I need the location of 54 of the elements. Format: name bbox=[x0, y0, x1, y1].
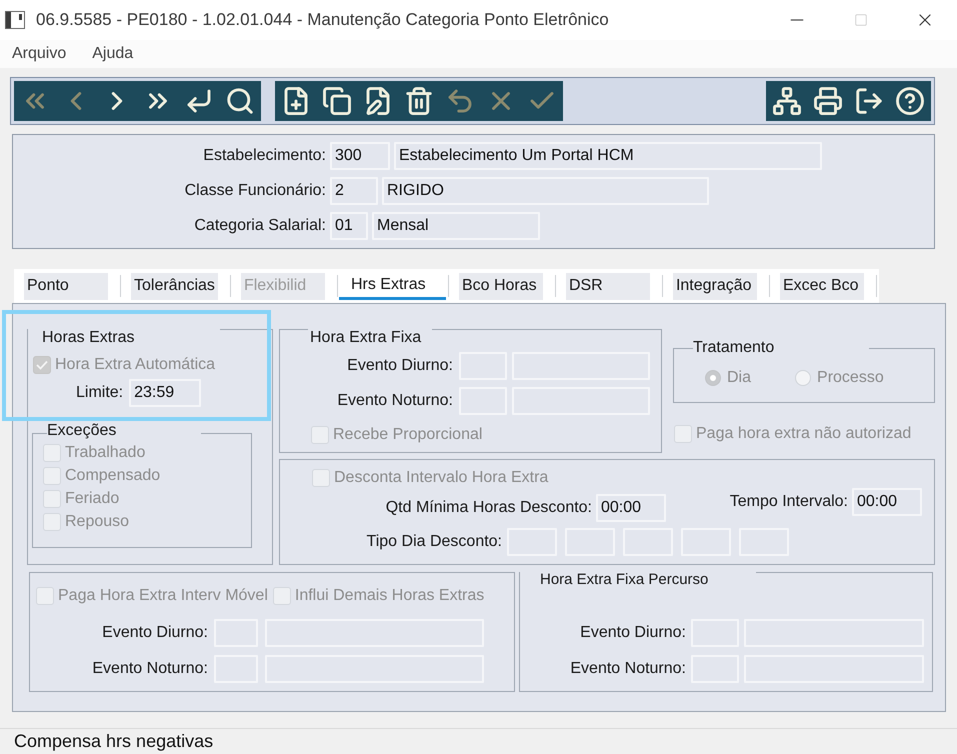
checkbox-label: Desconta Intervalo Hora Extra bbox=[334, 469, 548, 487]
tab[interactable]: Integração bbox=[672, 272, 757, 300]
radio-label: Processo bbox=[817, 369, 884, 387]
tab[interactable]: Bco Horas bbox=[458, 272, 543, 300]
checkbox-label: Feriado bbox=[65, 490, 120, 508]
code-field[interactable]: 2 bbox=[330, 177, 378, 205]
window-title: 06.9.5585 - PE0180 - 1.02.01.044 - Manutenção Categoria Ponto Eletrônico bbox=[36, 10, 609, 30]
code-field[interactable]: 01 bbox=[330, 212, 368, 240]
menu-item[interactable]: Ajuda bbox=[92, 45, 134, 63]
field-label: Tipo Dia Desconto: bbox=[366, 533, 502, 551]
field-label: Evento Diurno: bbox=[346, 357, 453, 375]
field-label: Evento Noturno: bbox=[91, 660, 208, 678]
field-label: Tempo Intervalo: bbox=[730, 493, 848, 511]
checkmark-icon bbox=[36, 360, 48, 370]
hierarchy-icon[interactable] bbox=[772, 86, 802, 116]
field-label: Estabelecimento: bbox=[202, 147, 326, 165]
copy-icon[interactable] bbox=[322, 86, 352, 116]
checkbox-label: Paga hora extra não autorizad bbox=[696, 425, 912, 443]
field-label: Evento Diurno: bbox=[101, 624, 208, 642]
radio-label: Dia bbox=[727, 369, 752, 387]
search-icon[interactable] bbox=[225, 86, 255, 116]
description-field[interactable]: Estabelecimento Um Portal HCM bbox=[394, 142, 822, 170]
exit-icon[interactable] bbox=[854, 86, 884, 116]
field-label: Evento Diurno: bbox=[579, 624, 686, 642]
help-icon[interactable] bbox=[895, 86, 925, 116]
trash-icon[interactable] bbox=[404, 86, 434, 116]
app-icon bbox=[5, 11, 25, 29]
field-label: Categoria Salarial: bbox=[193, 217, 326, 235]
checkbox-label: Trabalhado bbox=[65, 444, 146, 462]
checkbox-label: Repouso bbox=[65, 513, 130, 531]
field-label: Limite: bbox=[76, 384, 124, 402]
field-label: Classe Funcionário: bbox=[184, 182, 326, 200]
checkbox-label: Hora Extra Automática bbox=[55, 356, 216, 374]
field-label: Qtd Mínima Horas Desconto: bbox=[384, 499, 592, 517]
tab[interactable]: Excec Bco bbox=[780, 272, 864, 300]
code-field[interactable]: 300 bbox=[330, 142, 390, 170]
tab[interactable]: Tolerâncias bbox=[131, 272, 218, 300]
checkbox-label: Compensado bbox=[65, 467, 160, 485]
checkbox-label: Recebe Proporcional bbox=[333, 426, 482, 444]
description-field[interactable]: Mensal bbox=[372, 212, 540, 240]
description-field[interactable]: RIGIDO bbox=[382, 177, 709, 205]
printer-icon[interactable] bbox=[813, 86, 843, 116]
checkbox-label: Influi Demais Horas Extras bbox=[294, 587, 484, 605]
tab[interactable]: Ponto bbox=[24, 272, 108, 300]
time-field[interactable]: 00:00 bbox=[852, 488, 922, 516]
field-label: Evento Noturno: bbox=[336, 392, 453, 410]
checkbox-label: Paga Hora Extra Interv Móvel bbox=[58, 587, 268, 605]
time-field[interactable]: 23:59 bbox=[129, 379, 202, 407]
field-label: Evento Noturno: bbox=[569, 660, 686, 678]
time-field[interactable]: 00:00 bbox=[596, 494, 666, 522]
group-title: Exceções bbox=[47, 422, 202, 440]
menu-item[interactable]: Arquivo bbox=[12, 45, 66, 63]
tab[interactable]: DSR bbox=[566, 272, 650, 300]
status-text: Compensa hrs negativas bbox=[14, 731, 214, 752]
